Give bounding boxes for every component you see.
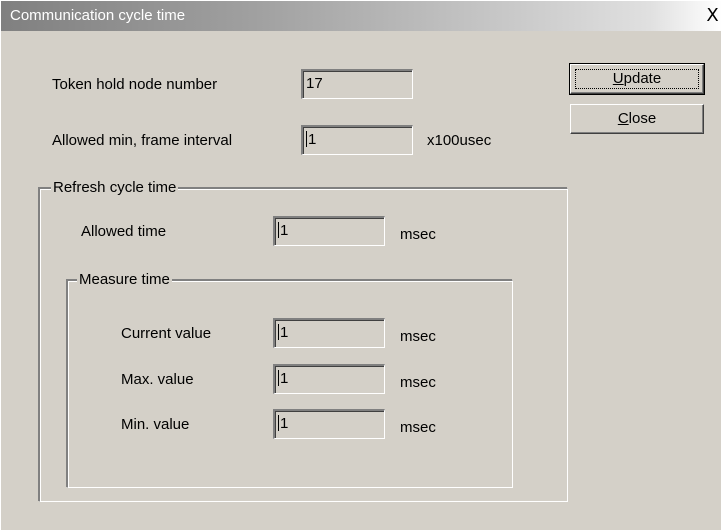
text-caret [278,324,279,340]
close-button[interactable]: Close [570,104,704,134]
token-hold-label: Token hold node number [52,76,218,93]
window-title: Communication cycle time [10,7,186,24]
frame-interval-label: Allowed min, frame interval [52,132,233,149]
refresh-cycle-legend: Refresh cycle time [51,179,179,197]
measure-time-legend: Measure time [77,271,172,289]
min-value-field[interactable]: 1 [273,409,385,439]
current-value-unit: msec [400,328,436,345]
text-caret [306,131,307,147]
allowed-time-field[interactable]: 1 [273,216,385,246]
frame-interval-value: 1 [308,131,317,148]
frame-interval-field[interactable]: 1 [301,125,413,155]
token-hold-field[interactable]: 17 [301,69,413,99]
close-mnemonic: C [617,110,629,127]
current-value-value: 1 [280,324,289,341]
allowed-time-unit: msec [400,226,436,243]
max-value-unit: msec [400,374,436,391]
allowed-time-value: 1 [280,222,289,239]
title-bar[interactable]: Communication cycle time X [1,1,721,31]
min-value-value: 1 [280,415,289,432]
update-label: pdate [623,70,662,87]
current-value-label: Current value [121,325,212,342]
update-button[interactable]: Update [569,63,705,95]
current-value-field[interactable]: 1 [273,318,385,348]
min-value-label: Min. value [121,416,190,433]
min-value-unit: msec [400,419,436,436]
update-mnemonic: U [612,70,624,87]
text-caret [278,222,279,238]
allowed-time-label: Allowed time [81,223,167,240]
frame-interval-unit: x100usec [427,132,492,149]
token-hold-value: 17 [306,75,323,92]
max-value-label: Max. value [121,371,194,388]
text-caret [278,370,279,386]
text-caret [278,415,279,431]
close-label: lose [628,110,657,127]
max-value-value: 1 [280,370,289,387]
max-value-field[interactable]: 1 [273,364,385,394]
dialog-window: Communication cycle time X Token hold no… [0,0,721,530]
close-icon[interactable]: X [703,4,721,28]
